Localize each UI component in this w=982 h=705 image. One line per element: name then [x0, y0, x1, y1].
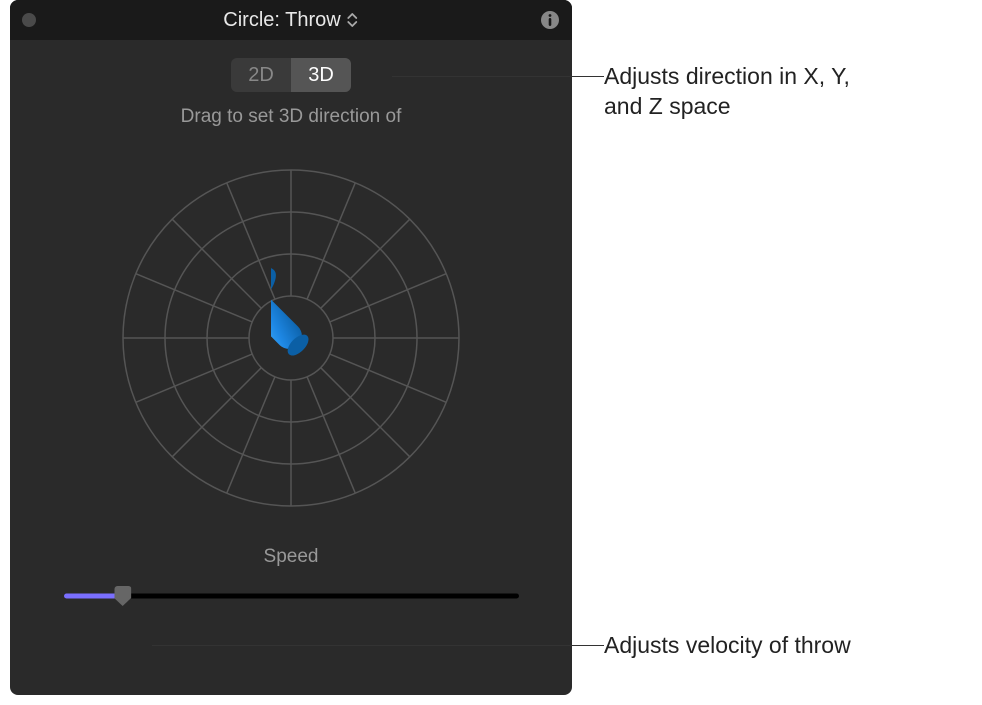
slider-track: [64, 594, 519, 599]
callout-text: Adjusts velocity of throw: [604, 631, 851, 661]
close-button[interactable]: [22, 13, 36, 27]
callout-text: Adjusts direction in X, Y, and Z space: [604, 62, 850, 122]
callout-line: [152, 645, 604, 646]
callout-line: [392, 76, 604, 77]
direction-control[interactable]: [111, 158, 471, 518]
slider-thumb[interactable]: [114, 586, 131, 606]
panel-content: 2D 3D Drag to set 3D direction of: [10, 40, 572, 626]
view-mode-3d[interactable]: 3D: [291, 58, 351, 92]
direction-area: [111, 158, 471, 518]
info-icon[interactable]: [540, 10, 560, 30]
slider-fill: [64, 594, 123, 599]
view-mode-2d[interactable]: 2D: [231, 58, 291, 92]
titlebar: Circle: Throw: [10, 0, 572, 40]
updown-icon: [347, 11, 359, 29]
speed-label: Speed: [264, 546, 319, 568]
speed-slider[interactable]: [64, 586, 519, 606]
title-popup[interactable]: Circle: Throw: [223, 9, 358, 32]
view-mode-toggle: 2D 3D: [231, 58, 351, 92]
callout-velocity: Adjusts velocity of throw: [152, 631, 851, 661]
callout-direction: Adjusts direction in X, Y, and Z space: [392, 62, 850, 122]
direction-hint: Drag to set 3D direction of: [181, 106, 402, 128]
panel-title: Circle: Throw: [223, 9, 340, 32]
